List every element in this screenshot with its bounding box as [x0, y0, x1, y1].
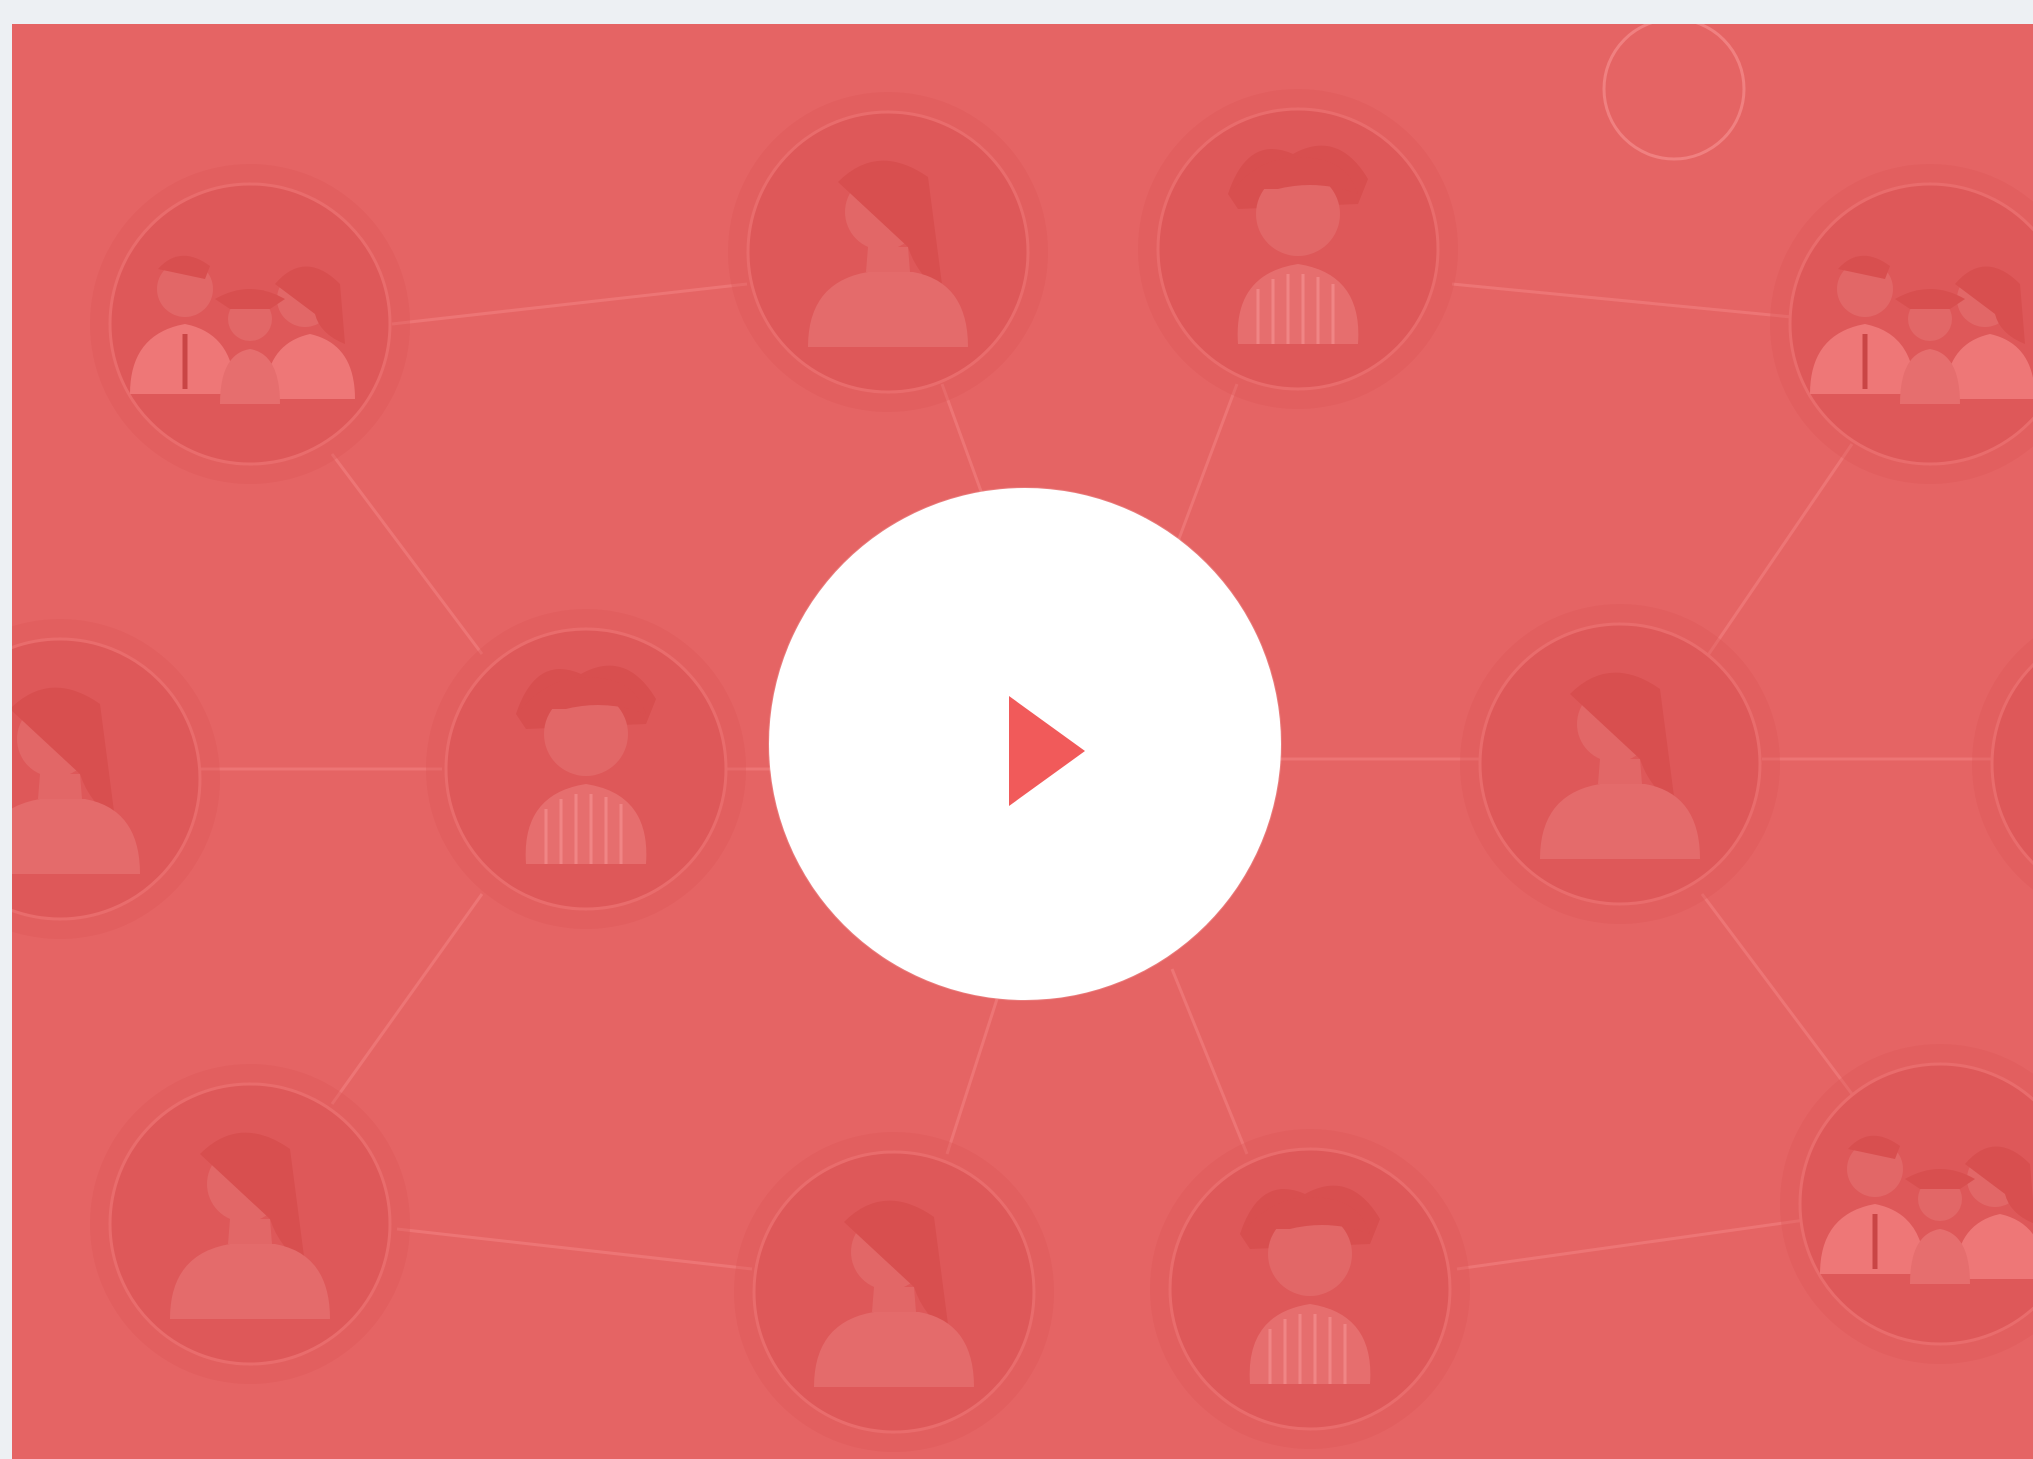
page: [0, 0, 2033, 1459]
girl-avatar-icon: [1136, 87, 1460, 411]
woman-avatar-icon: [1458, 602, 1782, 926]
family-group-icon: [1780, 1044, 2033, 1364]
woman-avatar-icon: [1970, 602, 2033, 926]
woman-avatar-icon: [726, 90, 1050, 414]
woman-avatar-icon: [12, 617, 222, 941]
family-group-icon: [90, 164, 410, 484]
girl-avatar-icon: [1148, 1127, 1472, 1451]
video-player[interactable]: [12, 24, 2033, 1459]
play-button[interactable]: [769, 488, 1281, 1000]
woman-avatar-icon: [732, 1130, 1056, 1454]
decorative-ring: [1602, 24, 1746, 161]
woman-avatar-icon: [88, 1062, 412, 1386]
girl-avatar-icon: [424, 607, 748, 931]
play-icon: [1009, 696, 1085, 806]
family-group-icon: [1770, 164, 2033, 484]
